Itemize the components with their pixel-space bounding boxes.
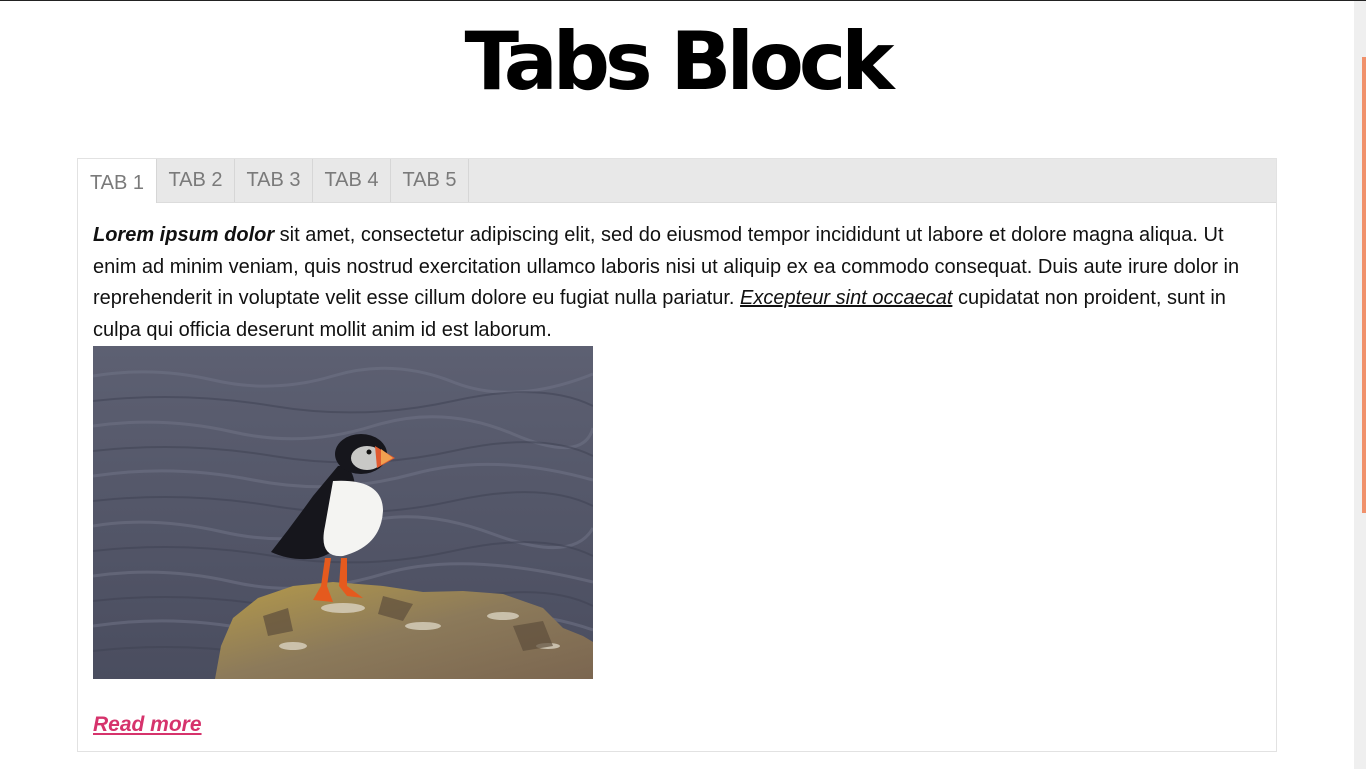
tab-5[interactable]: TAB 5 <box>391 159 469 202</box>
tab-2[interactable]: TAB 2 <box>157 159 235 202</box>
tab-1[interactable]: TAB 1 <box>78 159 157 203</box>
tab-panel: Lorem ipsum dolor sit amet, consectetur … <box>78 203 1276 737</box>
tab-4[interactable]: TAB 4 <box>313 159 391 202</box>
tab-bar: TAB 1 TAB 2 TAB 3 TAB 4 TAB 5 <box>78 159 1276 203</box>
page-title: Tabs Block <box>464 15 895 108</box>
tab-3[interactable]: TAB 3 <box>235 159 313 202</box>
panel-text: Lorem ipsum dolor sit amet, consectetur … <box>93 220 1261 346</box>
puffin-photo <box>93 346 593 679</box>
lead-text: Lorem ipsum dolor <box>93 224 275 246</box>
scrollbar[interactable] <box>1354 1 1366 769</box>
excepteur-link[interactable]: Excepteur sint occaecat <box>740 287 952 309</box>
read-more-link[interactable]: Read more <box>93 713 202 737</box>
scrollbar-thumb[interactable] <box>1362 57 1366 513</box>
tabs-block: TAB 1 TAB 2 TAB 3 TAB 4 TAB 5 Lorem ipsu… <box>77 158 1277 752</box>
